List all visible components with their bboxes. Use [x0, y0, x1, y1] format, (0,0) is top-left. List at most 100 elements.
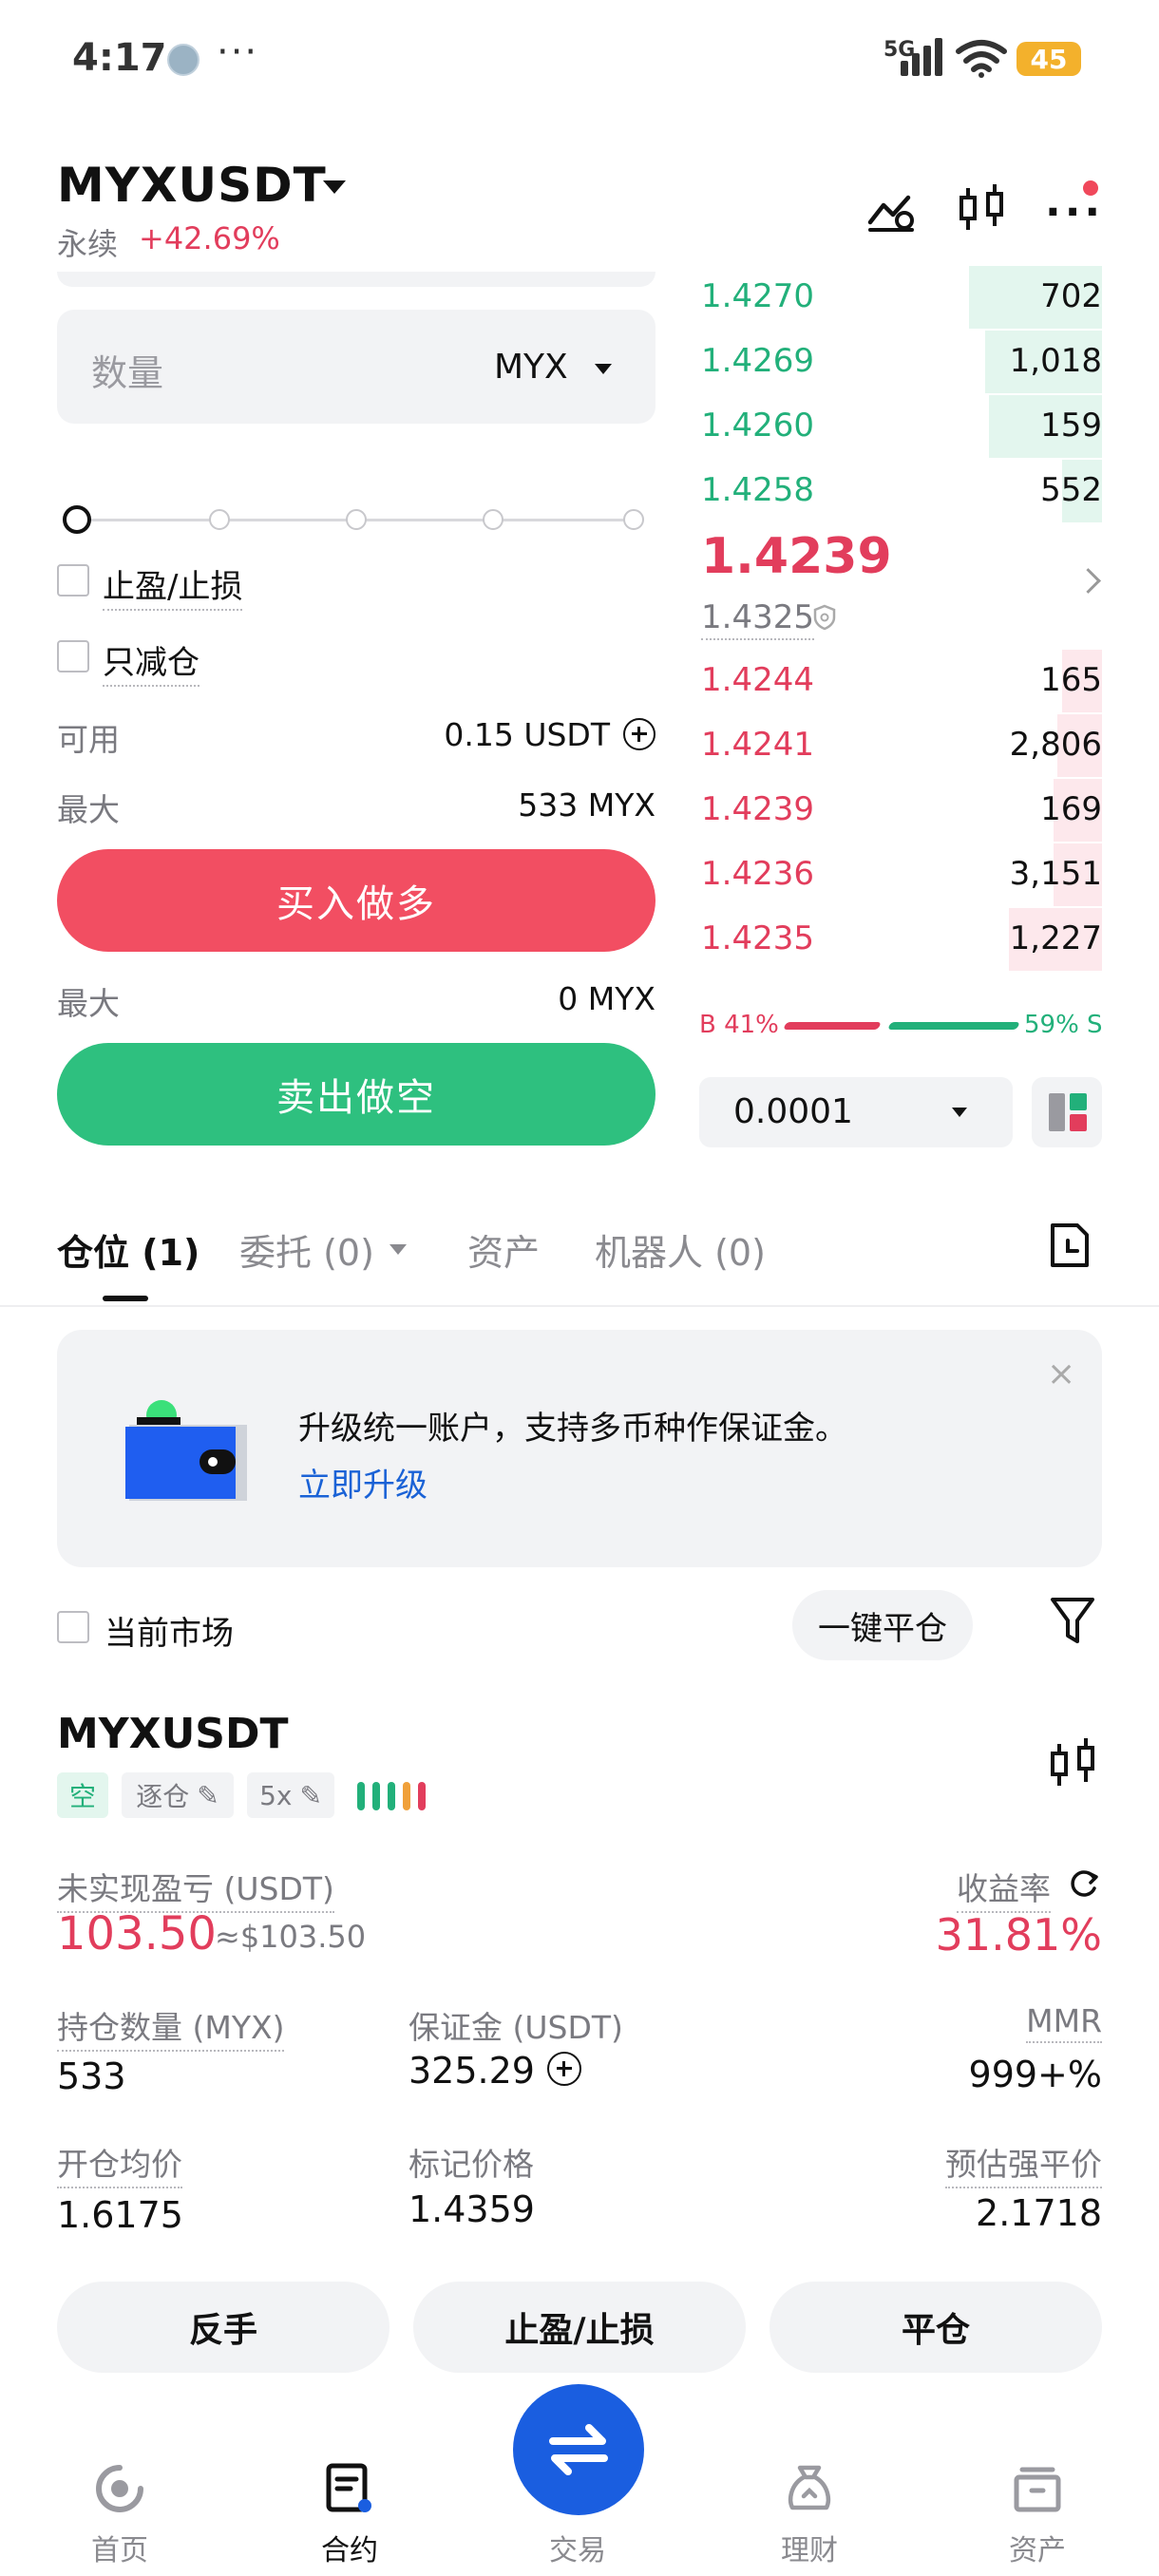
- margin-label: 保证金 (USDT): [408, 2009, 623, 2046]
- tab-positions[interactable]: 仓位 (1): [57, 1223, 200, 1276]
- bid-row[interactable]: 1.4241 2,806: [699, 714, 1102, 777]
- ask-price: 1.4258: [701, 471, 814, 509]
- buy-long-button[interactable]: 买入做多: [57, 849, 656, 952]
- bid-price: 1.4241: [701, 726, 814, 764]
- tab-bots[interactable]: 机器人 (0): [595, 1223, 766, 1276]
- history-icon[interactable]: [1049, 1222, 1091, 1269]
- slider-step-50[interactable]: [346, 509, 367, 530]
- futures-icon[interactable]: [323, 2462, 376, 2515]
- tp-sl-button[interactable]: 止盈/止损: [413, 2282, 746, 2373]
- current-market-checkbox[interactable]: [57, 1611, 89, 1643]
- slider-step-100[interactable]: [623, 509, 644, 530]
- ask-row[interactable]: 1.4260 159: [699, 395, 1102, 458]
- risk-level-bar: [357, 1782, 365, 1810]
- ask-row[interactable]: 1.4269 1,018: [699, 331, 1102, 393]
- reduce-only-label[interactable]: 只减仓: [103, 636, 200, 687]
- slider-step-75[interactable]: [483, 509, 504, 530]
- sell-ratio-bar: [887, 1022, 1020, 1030]
- available-label: 可用: [57, 721, 120, 758]
- sell-short-button[interactable]: 卖出做空: [57, 1043, 656, 1146]
- trade-button[interactable]: [513, 2384, 644, 2515]
- position-size-value: 533: [57, 2055, 126, 2097]
- home-icon[interactable]: [93, 2462, 146, 2515]
- close-all-button[interactable]: 一键平仓: [792, 1590, 973, 1660]
- liquidation-price-label[interactable]: 预估强平价: [945, 2139, 1102, 2188]
- position-symbol[interactable]: MYXUSDT: [57, 1710, 289, 1758]
- roe-value: 31.81%: [935, 1909, 1102, 1960]
- tp-sl-label[interactable]: 止盈/止损: [103, 560, 243, 611]
- margin-value: 325.29: [408, 2050, 535, 2092]
- nav-earn[interactable]: 理财: [752, 2527, 866, 2568]
- filter-icon[interactable]: [1049, 1594, 1096, 1647]
- reverse-button[interactable]: 反手: [57, 2282, 390, 2373]
- mmr-label[interactable]: MMR: [1026, 2002, 1102, 2043]
- margin-mode-label: 逐仓: [136, 1781, 190, 1812]
- max-sell-label: 最大: [57, 985, 120, 1022]
- bid-row[interactable]: 1.4244 165: [699, 650, 1102, 712]
- book-layout-button[interactable]: [1032, 1077, 1102, 1147]
- bid-row[interactable]: 1.4236 3,151: [699, 843, 1102, 906]
- position-size-label[interactable]: 持仓数量 (MYX): [57, 2002, 285, 2052]
- ask-row[interactable]: 1.4258 552: [699, 460, 1102, 522]
- tab-assets[interactable]: 资产: [467, 1223, 540, 1276]
- pair-title[interactable]: MYXUSDT: [57, 158, 327, 213]
- chevron-down-icon[interactable]: [390, 1244, 407, 1255]
- tp-sl-checkbox[interactable]: [57, 564, 89, 597]
- entry-price-label[interactable]: 开仓均价: [57, 2139, 182, 2188]
- tab-orders[interactable]: 委托 (0): [239, 1223, 374, 1276]
- bid-price: 1.4244: [701, 661, 814, 699]
- layout-icon: [1049, 1093, 1087, 1131]
- slider-step-25[interactable]: [209, 509, 230, 530]
- chevron-down-icon[interactable]: [952, 1108, 967, 1117]
- margin-mode-tag[interactable]: 逐仓 ✎: [122, 1772, 234, 1818]
- risk-level-bar: [372, 1782, 380, 1810]
- nav-trade[interactable]: 交易: [521, 2527, 635, 2568]
- earn-icon[interactable]: [783, 2462, 836, 2515]
- chevron-right-icon[interactable]: [1075, 568, 1101, 594]
- bid-row[interactable]: 1.4235 1,227: [699, 908, 1102, 971]
- add-funds-icon[interactable]: [623, 718, 656, 750]
- tick-size-value: 0.0001: [733, 1092, 853, 1131]
- pair-dropdown-icon[interactable]: [323, 180, 346, 194]
- roe-label[interactable]: 收益率: [957, 1864, 1051, 1913]
- status-time: 4:17: [72, 36, 167, 80]
- quantity-unit-select[interactable]: MYX: [494, 348, 568, 387]
- price-alert-icon[interactable]: [863, 180, 920, 237]
- bid-quantity: 2,806: [1009, 726, 1102, 764]
- edit-icon: ✎: [299, 1779, 322, 1811]
- ask-row[interactable]: 1.4270 702: [699, 266, 1102, 329]
- upgrade-link[interactable]: 立即升级: [298, 1459, 428, 1506]
- slider-handle[interactable]: [63, 505, 91, 534]
- risk-level-bar: [388, 1782, 395, 1810]
- mark-price-value: 1.4359: [408, 2188, 535, 2230]
- max-buy-value: 533 MYX: [518, 786, 656, 824]
- bid-price: 1.4239: [701, 790, 814, 828]
- bid-price: 1.4235: [701, 919, 814, 957]
- price-input-edge: [57, 272, 656, 287]
- share-icon[interactable]: [1068, 1867, 1100, 1900]
- unrealized-pnl-label[interactable]: 未实现盈亏 (USDT): [57, 1864, 334, 1913]
- assets-icon[interactable]: [1011, 2462, 1064, 2515]
- more-menu-icon[interactable]: ···: [1045, 188, 1104, 237]
- close-position-button[interactable]: 平仓: [770, 2282, 1102, 2373]
- mark-price[interactable]: 1.4325: [701, 598, 814, 640]
- available-value: 0.15 USDT: [444, 716, 610, 753]
- leverage-tag[interactable]: 5x ✎: [247, 1772, 334, 1818]
- buy-ratio-bar: [783, 1022, 882, 1030]
- wallet-icon: [125, 1400, 247, 1501]
- nav-home[interactable]: 首页: [63, 2527, 177, 2568]
- current-market-label[interactable]: 当前市场: [104, 1607, 234, 1654]
- bid-row[interactable]: 1.4239 169: [699, 779, 1102, 842]
- candlestick-chart-icon[interactable]: [954, 180, 1011, 237]
- nav-assets[interactable]: 资产: [980, 2527, 1094, 2568]
- add-margin-icon[interactable]: [547, 2052, 581, 2086]
- max-buy-label: 最大: [57, 791, 120, 828]
- nav-futures[interactable]: 合约: [293, 2527, 407, 2568]
- candlestick-chart-icon[interactable]: [1049, 1734, 1096, 1791]
- reduce-only-checkbox[interactable]: [57, 640, 89, 672]
- chevron-down-icon[interactable]: [595, 364, 612, 374]
- bid-quantity: 169: [1040, 790, 1102, 828]
- buy-ratio: B 41%: [699, 1011, 779, 1039]
- max-sell-value: 0 MYX: [558, 980, 656, 1017]
- close-icon[interactable]: ×: [1047, 1354, 1075, 1393]
